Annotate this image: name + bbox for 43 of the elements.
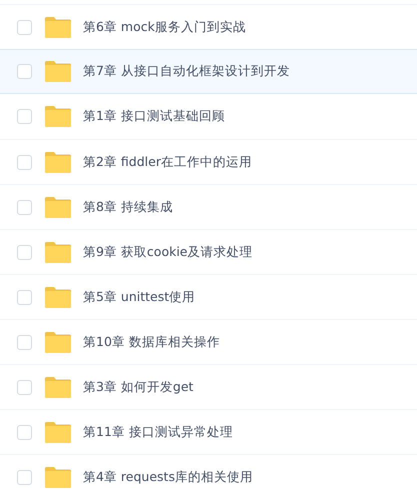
checkbox[interactable]: [17, 424, 32, 440]
folder-row[interactable]: 第3章 如何开发get: [0, 364, 417, 409]
folder-name: 第9章 获取cookie及请求处理: [83, 244, 252, 260]
folder-name: 第2章 fiddler在工作中的运用: [83, 154, 252, 170]
folder-icon: [45, 376, 71, 398]
folder-row[interactable]: 第9章 获取cookie及请求处理: [0, 229, 417, 274]
folder-icon: [45, 16, 71, 38]
folder-row[interactable]: 第5章 unittest使用: [0, 274, 417, 319]
folder-row[interactable]: 第7章 从接口自动化框架设计到开发: [0, 49, 417, 94]
folder-icon: [45, 286, 71, 308]
folder-icon: [45, 152, 71, 172]
folder-row[interactable]: 第2章 fiddler在工作中的运用: [0, 139, 417, 184]
folder-row[interactable]: 第11章 接口测试异常处理: [0, 409, 417, 454]
folder-name: 第8章 持续集成: [83, 198, 173, 216]
folder-icon: [45, 242, 71, 262]
checkbox[interactable]: [17, 109, 32, 124]
folder-name: 第4章 requests库的相关使用: [83, 468, 253, 486]
folder-icon: [45, 332, 71, 352]
folder-row[interactable]: 第4章 requests库的相关使用: [0, 454, 417, 498]
folder-row[interactable]: 第10章 数据库相关操作: [0, 319, 417, 364]
folder-name: 第1章 接口测试基础回顾: [83, 108, 225, 125]
folder-name: 第3章 如何开发get: [83, 378, 194, 396]
folder-name: 第5章 unittest使用: [83, 288, 196, 306]
checkbox[interactable]: [17, 200, 32, 214]
folder-icon: [45, 61, 71, 82]
checkbox[interactable]: [17, 380, 32, 394]
folder-row[interactable]: 第1章 接口测试基础回顾: [0, 94, 417, 139]
checkbox[interactable]: [17, 334, 32, 350]
folder-name: 第7章 从接口自动化框架设计到开发: [83, 63, 290, 80]
checkbox[interactable]: [17, 470, 32, 484]
folder-icon: [45, 466, 71, 488]
folder-icon: [45, 422, 71, 442]
checkbox[interactable]: [17, 244, 32, 260]
folder-icon: [45, 196, 71, 218]
folder-name: 第11章 接口测试异常处理: [83, 424, 233, 440]
folder-name: 第6章 mock服务入门到实战: [83, 18, 246, 36]
checkbox[interactable]: [17, 20, 32, 34]
folder-row[interactable]: 第8章 持续集成: [0, 184, 417, 229]
checkbox[interactable]: [17, 154, 32, 170]
checkbox[interactable]: [17, 290, 32, 304]
checkbox[interactable]: [17, 64, 32, 79]
folder-icon: [45, 106, 71, 127]
folder-name: 第10章 数据库相关操作: [83, 334, 220, 350]
